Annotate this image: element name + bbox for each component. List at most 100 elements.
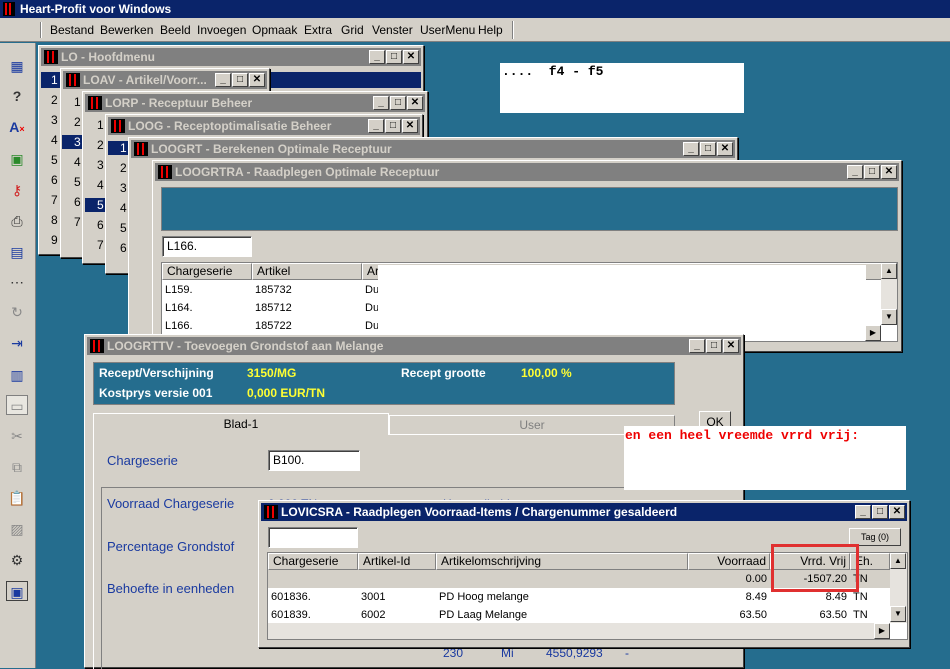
- menu-row-number[interactable]: 4: [108, 201, 128, 215]
- menu-beeld[interactable]: Beeld: [160, 23, 191, 37]
- vertical-scrollbar[interactable]: ▲ ▼: [890, 553, 907, 623]
- scroll-down-button[interactable]: ▼: [890, 606, 906, 622]
- dots-icon[interactable]: ⋯: [6, 272, 28, 292]
- grid-cell[interactable]: 601836.: [271, 588, 311, 606]
- grid-cell[interactable]: PD Laag Melange: [439, 606, 527, 624]
- scroll-up-button[interactable]: ▲: [881, 263, 897, 279]
- column-header[interactable]: Chargeserie: [268, 553, 358, 570]
- grid-cell[interactable]: Du: [365, 281, 379, 299]
- menu-venster[interactable]: Venster: [372, 23, 413, 37]
- window-lo-titlebar[interactable]: LO - Hoofdmenu _ □ ✕: [41, 48, 421, 66]
- help-icon[interactable]: ?: [6, 86, 28, 106]
- grid-cell[interactable]: 6002: [361, 606, 385, 624]
- menu-row-number[interactable]: 6: [39, 173, 59, 187]
- maximize-button[interactable]: □: [864, 165, 880, 179]
- window-loog-titlebar[interactable]: LOOG - Receptoptimalisatie Beheer _ □ ✕: [108, 117, 420, 135]
- close-button[interactable]: ✕: [403, 50, 419, 64]
- menu-row-number[interactable]: 1: [85, 118, 105, 132]
- menu-row-number[interactable]: 3: [39, 113, 59, 127]
- menu-row-number[interactable]: 6: [62, 195, 82, 209]
- window-loogrttv-titlebar[interactable]: LOOGRTTV - Toevoegen Grondstof aan Melan…: [87, 337, 741, 355]
- horizontal-scrollbar[interactable]: ▶: [268, 623, 890, 639]
- paste-icon[interactable]: 📋: [6, 488, 28, 508]
- menu-row-number[interactable]: 5: [85, 198, 105, 212]
- menu-row-number[interactable]: 7: [39, 193, 59, 207]
- cut-icon[interactable]: ✂: [6, 426, 28, 446]
- maximize-button[interactable]: □: [706, 339, 722, 353]
- grid-cell[interactable]: Du: [365, 317, 379, 329]
- export-icon[interactable]: ⇥: [6, 333, 28, 353]
- menu-row-number[interactable]: 3: [108, 181, 128, 195]
- menu-row-number[interactable]: 4: [62, 155, 82, 169]
- tab-blad-1[interactable]: Blad-1: [93, 413, 389, 435]
- calendar-icon[interactable]: ▦: [6, 56, 28, 76]
- maximize-button[interactable]: □: [872, 505, 888, 519]
- menu-row-number[interactable]: 2: [85, 138, 105, 152]
- menu-help[interactable]: Help: [478, 23, 503, 37]
- search-input[interactable]: L166.: [162, 236, 252, 257]
- copy-icon[interactable]: ⧉: [6, 457, 28, 477]
- menu-row-number[interactable]: 2: [62, 115, 82, 129]
- minimize-button[interactable]: _: [373, 96, 389, 110]
- grid-cell[interactable]: 185732: [255, 281, 292, 299]
- minimize-button[interactable]: _: [855, 505, 871, 519]
- grid-cell[interactable]: L166.: [165, 317, 193, 329]
- import-icon[interactable]: ▣: [6, 149, 28, 169]
- form-icon[interactable]: ▤: [6, 242, 28, 262]
- refresh-icon[interactable]: ↻: [6, 302, 28, 322]
- key-icon[interactable]: ⚷: [6, 180, 28, 200]
- window-loogrtra[interactable]: LOOGRTRA - Raadplegen Optimale Receptuur…: [152, 160, 902, 352]
- column-header[interactable]: Chargeserie: [162, 263, 252, 280]
- window-lorp-titlebar[interactable]: LORP - Receptuur Beheer _ □ ✕: [85, 94, 425, 112]
- minimize-button[interactable]: _: [368, 119, 384, 133]
- scroll-right-button[interactable]: ▶: [865, 325, 881, 341]
- scroll-down-button[interactable]: ▼: [881, 309, 897, 325]
- grid-cell[interactable]: Du: [365, 299, 379, 317]
- minimize-button[interactable]: _: [689, 339, 705, 353]
- properties-icon[interactable]: ⚙: [6, 550, 28, 570]
- spelling-icon[interactable]: A×: [6, 117, 28, 137]
- column-header[interactable]: Voorraad: [688, 553, 770, 570]
- chart-icon[interactable]: ▥: [6, 365, 28, 385]
- screen-icon[interactable]: ▣: [6, 581, 28, 601]
- menu-extra[interactable]: Extra: [304, 23, 332, 37]
- maximize-button[interactable]: □: [385, 119, 401, 133]
- minimize-button[interactable]: _: [215, 73, 231, 87]
- maximize-button[interactable]: □: [700, 142, 716, 156]
- menu-usermenu[interactable]: UserMenu: [420, 23, 475, 37]
- grid-cell[interactable]: 3001: [361, 588, 385, 606]
- menu-bewerken[interactable]: Bewerken: [100, 23, 153, 37]
- menu-row-number[interactable]: 1: [39, 73, 59, 87]
- menu-grid[interactable]: Grid: [341, 23, 364, 37]
- grid-cell[interactable]: TN: [853, 606, 868, 624]
- close-button[interactable]: ✕: [881, 165, 897, 179]
- menu-invoegen[interactable]: Invoegen: [197, 23, 246, 37]
- minimize-button[interactable]: _: [369, 50, 385, 64]
- column-header[interactable]: Artikel-Id: [358, 553, 436, 570]
- menu-row-number[interactable]: 6: [85, 218, 105, 232]
- grid-cell[interactable]: 601839.: [271, 606, 311, 624]
- menu-bestand[interactable]: Bestand: [50, 23, 94, 37]
- close-button[interactable]: ✕: [407, 96, 423, 110]
- scroll-right-button[interactable]: ▶: [874, 623, 890, 639]
- grid-cell[interactable]: 0.00: [688, 570, 767, 588]
- search-input[interactable]: [268, 527, 358, 548]
- grid-cell[interactable]: 185712: [255, 299, 292, 317]
- grid-cell[interactable]: 8.49: [688, 588, 767, 606]
- menu-row-number[interactable]: 3: [85, 158, 105, 172]
- window-loogrt-titlebar[interactable]: LOOGRT - Berekenen Optimale Receptuur _ □…: [131, 140, 735, 158]
- menu-row-number[interactable]: 7: [62, 215, 82, 229]
- chargeserie-input[interactable]: B100.: [268, 450, 360, 471]
- close-button[interactable]: ✕: [402, 119, 418, 133]
- result-grid[interactable]: Chargeserie Artikel Ar L159. 185732 Du L…: [161, 262, 898, 342]
- menu-row-number[interactable]: 5: [39, 153, 59, 167]
- menu-opmaak[interactable]: Opmaak: [252, 23, 297, 37]
- scroll-up-button[interactable]: ▲: [890, 553, 906, 569]
- grid-cell[interactable]: 63.50: [688, 606, 767, 624]
- menu-row-number[interactable]: 5: [108, 221, 128, 235]
- menu-row-number[interactable]: 1: [62, 95, 82, 109]
- grid-cell[interactable]: 185722: [255, 317, 292, 329]
- column-header[interactable]: Artikel: [252, 263, 362, 280]
- maximize-button[interactable]: □: [386, 50, 402, 64]
- menu-row-number[interactable]: 8: [39, 213, 59, 227]
